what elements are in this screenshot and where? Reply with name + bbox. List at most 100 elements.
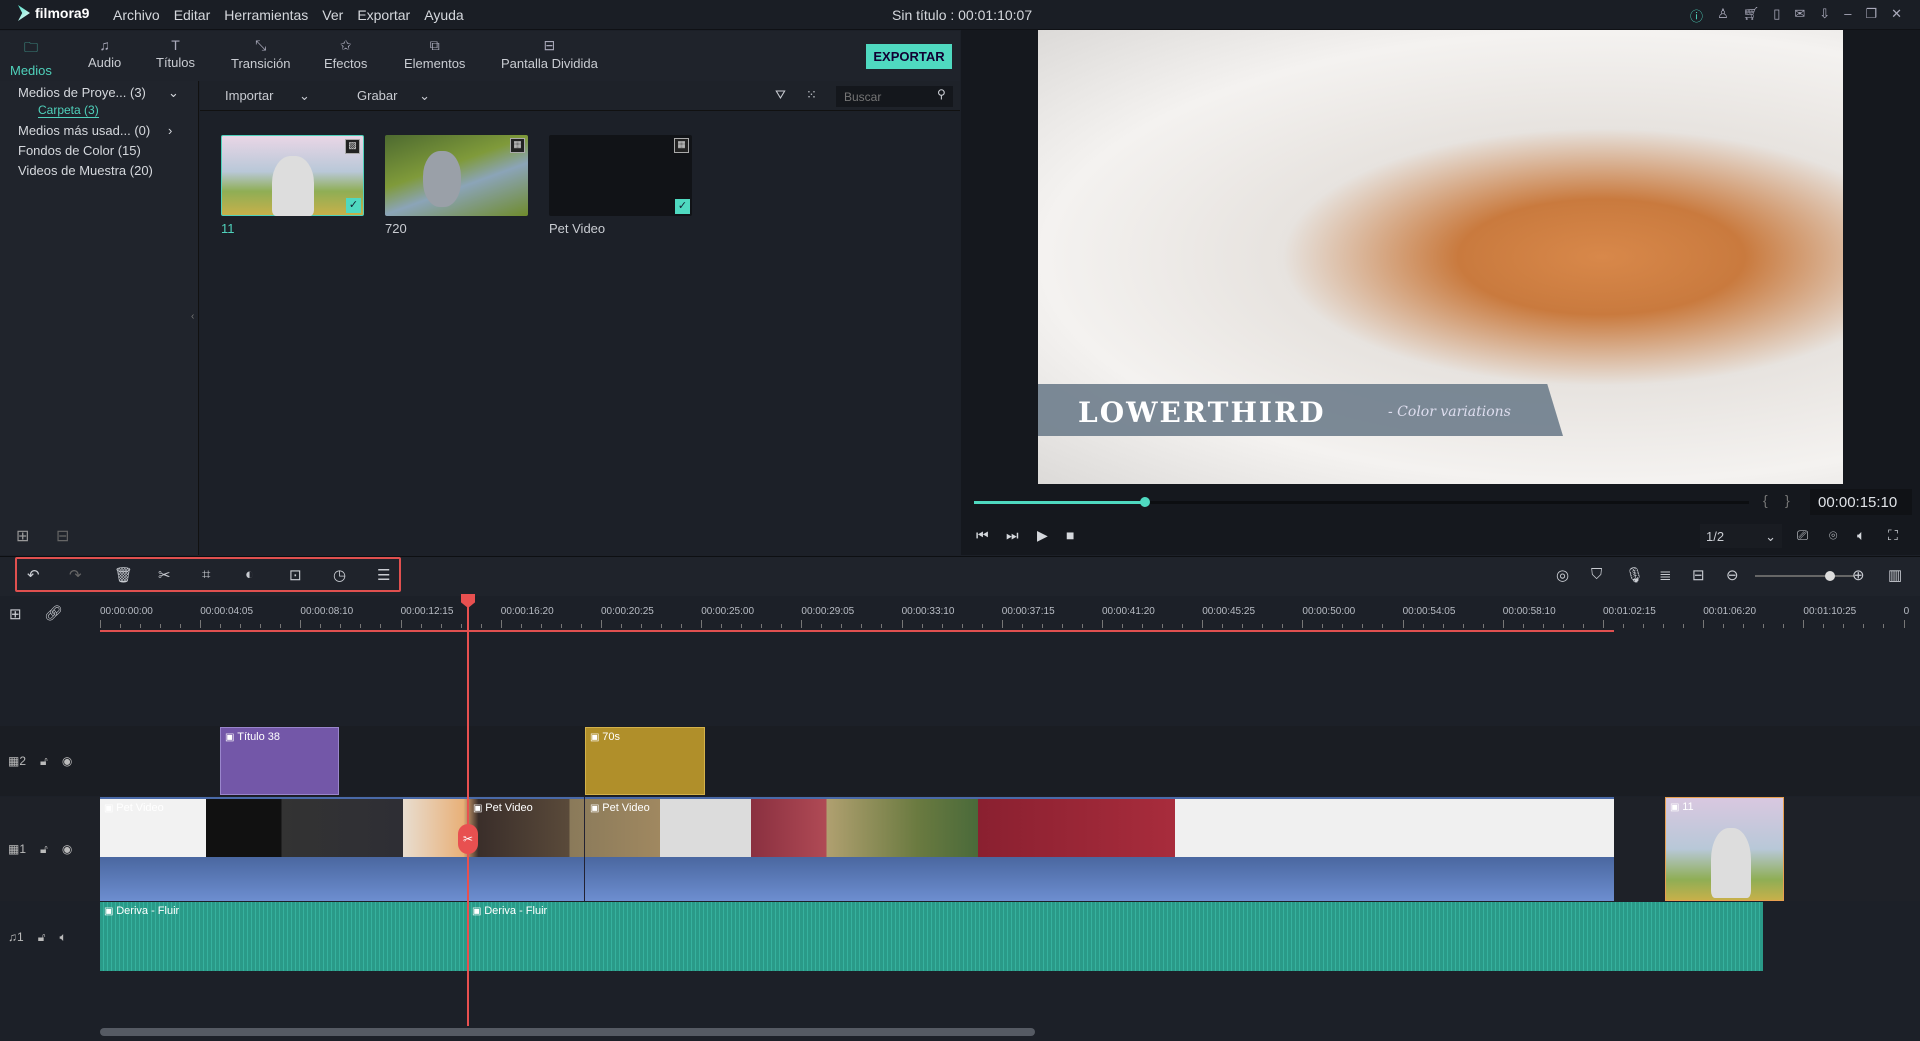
render-icon[interactable]: ◎: [1556, 566, 1569, 584]
title-clip[interactable]: Título 38: [220, 727, 339, 795]
menu-herramientas[interactable]: Herramientas: [224, 7, 308, 23]
ruler-tick: [280, 624, 282, 628]
menu-archivo[interactable]: Archivo: [113, 7, 160, 23]
lock-icon[interactable]: 🔓︎: [40, 754, 48, 769]
chevron-right-icon[interactable]: ›: [168, 123, 172, 138]
delete-icon[interactable]: 🗑︎: [114, 566, 133, 584]
add-track-icon[interactable]: ⊞: [9, 605, 22, 623]
marker-icon[interactable]: ⛉: [1591, 566, 1602, 583]
voiceover-list-icon[interactable]: ≣: [1659, 566, 1672, 584]
adjust-icon[interactable]: ☰: [377, 566, 390, 584]
cut-icon[interactable]: ✂: [158, 566, 171, 584]
media-item-11[interactable]: ▨ ✓: [221, 135, 364, 216]
audio-clip-strip[interactable]: Deriva - Fluir Deriva - Fluir: [100, 902, 1763, 971]
layout-icon[interactable]: ▥: [1888, 566, 1902, 584]
preview-scrubber-handle[interactable]: [1139, 497, 1150, 507]
previous-frame-icon[interactable]: ⏮: [976, 527, 989, 544]
account-icon[interactable]: ♙: [1717, 6, 1729, 25]
tab-pantalla-dividida[interactable]: ⊟ Pantalla Dividida: [501, 37, 598, 71]
crop-icon[interactable]: ⌗: [202, 566, 210, 583]
preview-progress-track[interactable]: [974, 501, 1749, 504]
lock-icon[interactable]: 🔓︎: [38, 930, 46, 945]
playhead[interactable]: [467, 596, 469, 1026]
menu-exportar[interactable]: Exportar: [357, 7, 410, 23]
zoom-slider-handle[interactable]: [1825, 571, 1835, 581]
link-icon[interactable]: 🔗︎: [44, 604, 63, 622]
save-icon[interactable]: ▯: [1773, 6, 1780, 25]
collapse-handle[interactable]: ‹: [191, 311, 194, 322]
tab-medios[interactable]: 🗀 Medios: [6, 37, 56, 87]
search-icon[interactable]: ⚲: [937, 87, 946, 101]
split-scissors-icon[interactable]: ✂: [458, 824, 478, 854]
sidebar-item-most-used[interactable]: Medios más usad... (0) ›: [18, 123, 172, 138]
volume-icon[interactable]: 🔈︎: [1857, 527, 1865, 544]
filter-icon[interactable]: ⛛: [775, 87, 786, 103]
render-preview-icon[interactable]: ⎚: [1797, 527, 1808, 544]
menu-editar[interactable]: Editar: [174, 7, 211, 23]
grid-view-icon[interactable]: ⁙: [806, 87, 817, 103]
chevron-down-icon[interactable]: ⌄: [168, 85, 179, 101]
fullscreen-icon[interactable]: ⛶: [1888, 527, 1898, 544]
ruler-tick: [1542, 624, 1544, 628]
export-button[interactable]: EXPORTAR: [866, 44, 952, 69]
ruler-tick: [240, 624, 242, 628]
tab-transicion[interactable]: ⤡ Transición: [231, 37, 290, 71]
media-item-720[interactable]: ▦: [385, 135, 528, 216]
tab-audio[interactable]: ♫ Audio: [88, 37, 121, 70]
minimize-icon[interactable]: –: [1844, 6, 1851, 25]
green-screen-icon[interactable]: ⊡: [289, 566, 302, 584]
record-dropdown[interactable]: Grabar ⌄: [357, 88, 430, 104]
next-frame-icon[interactable]: ⏭: [1006, 527, 1019, 544]
zoom-out-icon[interactable]: ⊖: [1726, 566, 1739, 584]
ruler-tick: [460, 624, 462, 628]
cart-icon[interactable]: 🛒︎: [1743, 6, 1760, 25]
menu-ayuda[interactable]: Ayuda: [424, 7, 463, 23]
restore-icon[interactable]: ❐: [1865, 6, 1877, 25]
mark-out-icon[interactable]: }: [1785, 492, 1790, 508]
speaker-icon[interactable]: 🔈︎: [59, 930, 66, 945]
search-input[interactable]: [836, 86, 953, 107]
tab-efectos[interactable]: ✩ Efectos: [324, 37, 367, 71]
close-icon[interactable]: ✕: [1891, 6, 1902, 25]
fit-timeline-icon[interactable]: ⊟: [1692, 566, 1705, 584]
stop-icon[interactable]: ■: [1066, 527, 1074, 543]
tab-elementos[interactable]: ⧉ Elementos: [404, 37, 465, 71]
ruler-tick: [160, 624, 161, 628]
ruler-tick: [1763, 624, 1765, 628]
eye-icon[interactable]: ◉: [62, 754, 72, 769]
zoom-slider[interactable]: [1755, 571, 1855, 581]
snapshot-icon[interactable]: ⌾: [1829, 527, 1837, 544]
lock-icon[interactable]: 🔓︎: [40, 842, 48, 857]
media-item-pet-video[interactable]: ▦ ✓: [549, 135, 692, 216]
import-dropdown[interactable]: Importar ⌄: [225, 88, 310, 104]
download-icon[interactable]: ⇩: [1819, 6, 1830, 25]
redo-icon[interactable]: ↷: [69, 566, 82, 584]
timeline-ruler[interactable]: 00:00:00:00 00:00:04:05 00:00:08:10 00:00:1…: [100, 596, 1920, 634]
sidebar-item-sample-videos[interactable]: Videos de Muestra (20): [18, 163, 153, 178]
sidebar-item-folder[interactable]: Carpeta (3): [38, 103, 99, 118]
mail-icon[interactable]: ✉: [1794, 6, 1805, 25]
mark-in-icon[interactable]: {: [1763, 492, 1768, 508]
tab-titulos[interactable]: T Títulos: [156, 37, 195, 70]
delete-folder-icon[interactable]: ⊟: [56, 526, 69, 546]
eye-icon[interactable]: ◉: [62, 842, 72, 857]
info-icon[interactable]: ⓘ: [1690, 6, 1703, 25]
menu-ver[interactable]: Ver: [322, 7, 343, 23]
quality-select[interactable]: 1/2 ⌄: [1700, 524, 1782, 548]
sidebar-item-project-media[interactable]: Medios de Proye... (3) ⌄: [18, 85, 179, 100]
ruler-tick: [881, 624, 883, 628]
video-clips-strip[interactable]: Pet Video Pet Video Pet Video: [100, 797, 1614, 857]
speed-icon[interactable]: ◷: [333, 566, 346, 584]
undo-icon[interactable]: ↶: [27, 566, 40, 584]
ruler-label: 00:00:08:10: [300, 606, 354, 617]
sidebar-item-color-backgrounds[interactable]: Fondos de Color (15): [18, 143, 141, 158]
play-icon[interactable]: ▶: [1037, 527, 1048, 544]
new-folder-icon[interactable]: ⊞: [16, 526, 29, 546]
image-clip-11[interactable]: 11: [1665, 797, 1784, 901]
timeline-scrollbar[interactable]: [100, 1028, 1035, 1036]
microphone-icon[interactable]: 🎙︎: [1625, 566, 1644, 584]
video-audio-waveform: [100, 857, 1614, 901]
zoom-in-icon[interactable]: ⊕: [1852, 566, 1865, 584]
effect-clip[interactable]: 70s: [585, 727, 705, 795]
color-icon[interactable]: ◐: [245, 566, 254, 583]
